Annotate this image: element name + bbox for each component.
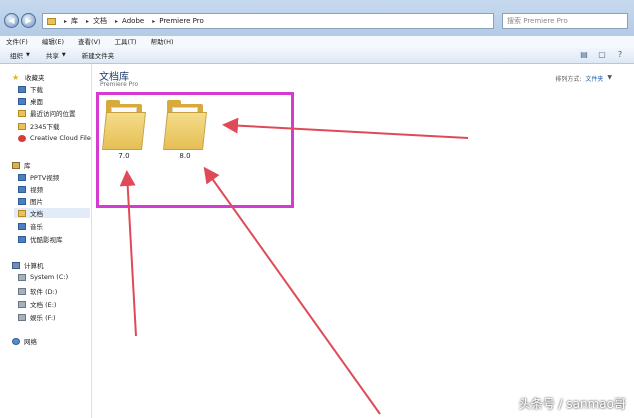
arrange-by: 排列方式: 文件夹 ▼ — [551, 74, 612, 83]
organize-label: 组织 — [10, 51, 23, 60]
sidebar-item-label: 优酷影视库 — [30, 236, 63, 244]
breadcrumb-library[interactable]: 库 — [71, 16, 78, 26]
chevron-right-icon: ▸ — [86, 17, 90, 25]
video-library-icon — [18, 173, 26, 181]
sidebar-item-label: 软件 (D:) — [30, 288, 58, 296]
nav-group-label: 网络 — [24, 338, 37, 346]
sidebar-item-recent[interactable]: 最近访问的位置 — [18, 108, 76, 118]
breadcrumb-adobe[interactable]: Adobe — [122, 17, 144, 25]
nav-group-label: 计算机 — [24, 262, 44, 270]
chevron-right-icon: ▸ — [115, 17, 119, 25]
video-library-icon — [18, 235, 26, 243]
nav-group-computer[interactable]: 计算机 — [12, 260, 44, 270]
forward-button[interactable]: ▶ — [21, 13, 36, 28]
creative-cloud-icon — [18, 134, 26, 142]
sidebar-item-label: Creative Cloud File — [30, 134, 91, 142]
menu-tools[interactable]: 工具(T) — [115, 36, 137, 46]
address-bar[interactable]: ▸ 库 ▸ 文档 ▸ Adobe ▸ Premiere Pro — [42, 13, 494, 29]
sidebar-item-drive-d[interactable]: 软件 (D:) — [18, 286, 57, 296]
sidebar-item-label: 娱乐 (F:) — [30, 314, 56, 322]
breadcrumb-documents[interactable]: 文档 — [93, 16, 107, 26]
navigation-pane: ★ 收藏夹 下载 桌面 最近访问的位置 2345下载 Creative Clou… — [0, 64, 92, 418]
chevron-down-icon: ▼ — [26, 51, 30, 58]
nav-group-libraries[interactable]: 库 — [12, 160, 31, 170]
sidebar-item-label: 最近访问的位置 — [30, 110, 76, 118]
sidebar-item-drive-e[interactable]: 文档 (E:) — [18, 299, 56, 309]
drive-icon — [18, 313, 26, 321]
view-options-icon[interactable]: ▤ — [578, 49, 590, 61]
search-input[interactable]: 搜索 Premiere Pro — [502, 13, 628, 29]
sidebar-item-label: 桌面 — [30, 98, 43, 106]
sidebar-item-label: 图片 — [30, 198, 43, 206]
music-icon — [18, 222, 26, 230]
arrange-dropdown[interactable]: 文件夹 — [585, 74, 603, 83]
highlight-box — [96, 92, 294, 208]
sidebar-item-label: System (C:) — [30, 273, 69, 281]
chevron-right-icon: ▸ — [64, 17, 68, 25]
menu-help[interactable]: 帮助(H) — [151, 36, 174, 46]
sidebar-item-desktop[interactable]: 桌面 — [18, 96, 43, 106]
sidebar-item-label: 文档 — [30, 210, 43, 218]
video-icon — [18, 185, 26, 193]
sidebar-item-label: 下载 — [30, 86, 43, 94]
drive-icon — [18, 273, 26, 281]
star-icon: ★ — [12, 72, 20, 82]
new-folder-button[interactable]: 新建文件夹 — [82, 50, 115, 60]
nav-group-network[interactable]: 网络 — [12, 336, 37, 346]
command-toolbar: 组织 ▼ 共享 ▼ 新建文件夹 ▤ ▢ ? — [0, 46, 634, 64]
sidebar-item-pictures[interactable]: 图片 — [18, 196, 43, 206]
sidebar-item-music[interactable]: 音乐 — [18, 221, 43, 231]
sidebar-item-2345-downloads[interactable]: 2345下载 — [18, 121, 60, 131]
recent-places-icon — [18, 109, 26, 117]
share-label: 共享 — [45, 51, 59, 60]
menu-file[interactable]: 文件(F) — [6, 36, 28, 46]
sidebar-item-label: 视频 — [30, 186, 43, 194]
sidebar-item-label: 音乐 — [30, 223, 43, 231]
share-button[interactable]: 共享 ▼ — [46, 50, 66, 60]
drive-icon — [18, 287, 26, 295]
library-subtitle: Premiere Pro — [100, 81, 139, 88]
menu-edit[interactable]: 编辑(E) — [42, 36, 64, 46]
chevron-down-icon: ▼ — [61, 51, 66, 58]
nav-group-label: 库 — [24, 162, 31, 170]
download-folder-icon — [18, 85, 26, 93]
sidebar-item-drive-c[interactable]: System (C:) — [18, 273, 68, 281]
sidebar-item-drive-f[interactable]: 娱乐 (F:) — [18, 312, 56, 322]
menu-view[interactable]: 查看(V) — [78, 36, 101, 46]
watermark: 头条号 / sanmao哥 — [518, 397, 626, 411]
documents-icon — [18, 209, 26, 217]
sidebar-item-label: 2345下载 — [30, 123, 60, 131]
sidebar-item-label: 文档 (E:) — [30, 301, 57, 309]
arrange-label: 排列方式: — [555, 76, 582, 83]
menu-bar: 文件(F) 编辑(E) 查看(V) 工具(T) 帮助(H) — [0, 36, 634, 46]
breadcrumb-premiere-pro[interactable]: Premiere Pro — [159, 17, 204, 25]
network-icon — [12, 337, 20, 345]
sidebar-item-downloads[interactable]: 下载 — [18, 84, 43, 94]
sidebar-item-documents[interactable]: 文档 — [14, 208, 90, 218]
sidebar-item-videos[interactable]: 视频 — [18, 184, 43, 194]
sidebar-item-youku[interactable]: 优酷影视库 — [18, 234, 63, 244]
sidebar-item-pptv[interactable]: PPTV视频 — [18, 172, 59, 182]
folder-icon — [47, 17, 56, 25]
nav-group-favorites[interactable]: ★ 收藏夹 — [12, 72, 45, 82]
preview-pane-icon[interactable]: ▢ — [596, 49, 608, 61]
sidebar-item-creative-cloud[interactable]: Creative Cloud File — [18, 134, 91, 142]
computer-icon — [12, 261, 20, 269]
sidebar-item-label: PPTV视频 — [30, 174, 60, 182]
library-icon — [12, 161, 20, 169]
title-bar: ◀ ▶ ▸ 库 ▸ 文档 ▸ Adobe ▸ Premiere Pro 搜索 P… — [0, 0, 634, 36]
organize-button[interactable]: 组织 ▼ — [10, 50, 30, 60]
drive-icon — [18, 300, 26, 308]
folder-icon — [18, 122, 26, 130]
desktop-icon — [18, 97, 26, 105]
chevron-down-icon: ▼ — [607, 74, 612, 81]
chevron-right-icon: ▸ — [152, 17, 156, 25]
pictures-icon — [18, 197, 26, 205]
back-button[interactable]: ◀ — [4, 13, 19, 28]
nav-group-label: 收藏夹 — [25, 74, 45, 82]
help-icon[interactable]: ? — [614, 49, 626, 61]
